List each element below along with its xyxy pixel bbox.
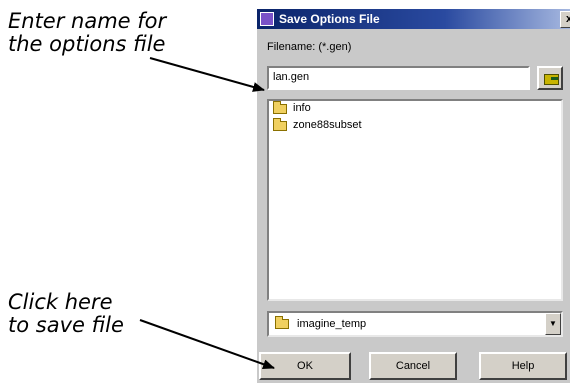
arrow-to-filename [149, 57, 265, 92]
save-options-dialog: Save Options File x Filename: (*.gen) la… [257, 9, 570, 383]
cancel-button[interactable]: Cancel [369, 352, 457, 380]
file-list[interactable]: info zone88subset [267, 99, 563, 301]
directory-select[interactable]: imagine_temp ▼ [267, 311, 563, 337]
app-icon [260, 12, 274, 26]
annotation-enter-name: Enter name for the options file [8, 10, 166, 56]
filename-label: Filename: (*.gen) [267, 41, 352, 53]
annotation-save-file: Click here to save file [8, 291, 124, 337]
ok-button[interactable]: OK [259, 352, 351, 380]
browse-button[interactable] [537, 66, 563, 90]
folder-icon [273, 101, 287, 114]
arrow-to-ok-button [139, 319, 275, 369]
annotation-line: Click here [8, 290, 113, 314]
annotation-line: the options file [8, 32, 166, 56]
list-item[interactable]: zone88subset [269, 118, 561, 135]
directory-label: imagine_temp [297, 318, 367, 330]
folder-icon [273, 118, 287, 131]
annotation-line: Enter name for [8, 9, 167, 33]
annotation-line: to save file [8, 313, 124, 337]
close-button[interactable]: x [560, 11, 570, 28]
title-bar[interactable]: Save Options File x [257, 9, 570, 29]
dialog-title: Save Options File [279, 12, 380, 26]
browse-folder-icon [544, 74, 559, 85]
file-item-label: zone88subset [293, 119, 362, 131]
file-item-label: info [293, 102, 311, 114]
filename-input[interactable]: lan.gen [267, 66, 530, 90]
chevron-down-icon[interactable]: ▼ [545, 313, 561, 335]
list-item[interactable]: info [269, 101, 561, 118]
folder-icon [275, 316, 289, 329]
help-button[interactable]: Help [479, 352, 567, 380]
